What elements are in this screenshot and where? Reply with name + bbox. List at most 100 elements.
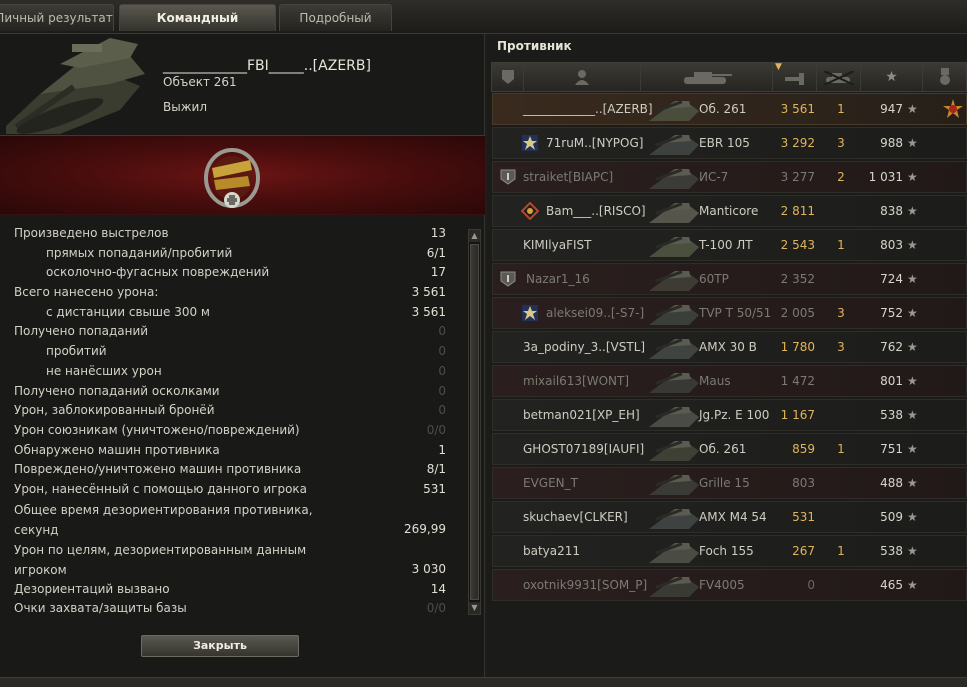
tab-bar: Личный результат Командный результат Под… bbox=[0, 0, 967, 52]
enemy-player-name: mixail613[WONT] bbox=[523, 374, 630, 388]
enemy-row[interactable]: 3a_podiny_3..[VSTL] AMX 30 B 1 780 3 762 ★ bbox=[492, 331, 967, 363]
enemy-player-name: Bam___..[RISCO] bbox=[546, 204, 646, 218]
xp-star-icon: ★ bbox=[907, 544, 918, 558]
enemy-row[interactable]: aleksei09..[-S7-] TVP T 50/51 2 005 3 752 ★ bbox=[492, 297, 967, 329]
enemy-damage: 2 543 bbox=[780, 238, 815, 252]
scroll-down-icon[interactable]: ▼ bbox=[469, 602, 480, 614]
enemy-kills: 3 bbox=[837, 340, 845, 354]
xp-star-icon: ★ bbox=[907, 476, 918, 490]
enemy-kills bbox=[829, 400, 853, 430]
vehicle-image bbox=[6, 38, 145, 134]
sort-damage-icon[interactable]: ▼ bbox=[773, 62, 817, 91]
stat-row: Обнаружено машин противника 1 bbox=[14, 442, 446, 457]
stat-row: Общее время дезориентирования противника… bbox=[14, 502, 446, 537]
enemy-kills: 3 bbox=[837, 136, 845, 150]
enemy-vehicle-icon bbox=[649, 134, 699, 155]
player-vehicle: Объект 261 bbox=[163, 75, 237, 89]
enemy-xp: 988 bbox=[880, 136, 903, 150]
achievement-banner bbox=[0, 135, 485, 215]
xp-star-icon: ★ bbox=[907, 272, 918, 286]
enemy-player-name: batya211 bbox=[523, 544, 581, 558]
enemy-xp: 1 031 bbox=[868, 170, 903, 184]
enemy-xp: 801 bbox=[880, 374, 903, 388]
sort-squad-icon[interactable] bbox=[492, 63, 524, 91]
enemy-player-name: straiket[BIAPC] bbox=[523, 170, 614, 184]
enemy-kills bbox=[829, 264, 853, 294]
stat-row: Дезориентаций вызвано 14 bbox=[14, 581, 446, 596]
enemy-vehicle-icon bbox=[649, 372, 699, 393]
enemy-row[interactable]: 71ruM..[NYPOG] EBR 105 3 292 3 988 ★ bbox=[492, 127, 967, 159]
enemy-vehicle-name: EBR 105 bbox=[699, 136, 750, 150]
sort-vehicle-icon[interactable] bbox=[641, 63, 773, 91]
enemy-kills bbox=[829, 468, 853, 498]
enemy-kills bbox=[829, 570, 853, 600]
enemy-row[interactable]: Bam___..[RISCO] Manticore 2 811 838 ★ bbox=[492, 195, 967, 227]
enemy-vehicle-icon bbox=[649, 236, 699, 257]
enemy-vehicle-icon bbox=[649, 542, 699, 563]
enemy-vehicle-name: ИС-7 bbox=[699, 170, 729, 184]
enemy-damage: 2 811 bbox=[780, 204, 815, 218]
stat-row: Всего нанесено урона: 3 561 bbox=[14, 285, 446, 300]
enemy-row[interactable]: GHOST07189[IAUFI] Об. 261 859 1 751 ★ bbox=[492, 433, 967, 465]
enemy-kills: 2 bbox=[837, 170, 845, 184]
enemy-damage: 3 292 bbox=[780, 136, 815, 150]
xp-star-icon: ★ bbox=[907, 136, 918, 150]
stat-row: прямых попаданий/пробитий 6/1 bbox=[46, 245, 446, 260]
sort-player-icon[interactable] bbox=[524, 63, 641, 91]
enemy-vehicle-name: Manticore bbox=[699, 204, 759, 218]
enemy-xp: 538 bbox=[880, 544, 903, 558]
stats-scrollbar[interactable]: ▲ ▼ bbox=[468, 229, 481, 615]
sort-medals-icon[interactable] bbox=[923, 63, 967, 91]
xp-star-icon: ★ bbox=[907, 374, 918, 388]
player-status: Выжил bbox=[163, 100, 207, 114]
sort-xp-icon[interactable]: ★ bbox=[861, 63, 923, 91]
xp-star-icon: ★ bbox=[907, 442, 918, 456]
enemy-row[interactable]: skuchaev[CLKER] AMX M4 54 531 509 ★ bbox=[492, 501, 967, 533]
enemy-vehicle-icon bbox=[649, 338, 699, 359]
enemy-xp: 488 bbox=[880, 476, 903, 490]
stat-row: Урон, нанесённый с помощью данного игрок… bbox=[14, 481, 446, 496]
enemy-row[interactable]: Nazar1_16 60TP 2 352 724 ★ bbox=[492, 263, 967, 295]
enemy-player-name: skuchaev[CLKER] bbox=[523, 510, 628, 524]
enemy-kills: 1 bbox=[837, 544, 845, 558]
scroll-up-icon[interactable]: ▲ bbox=[469, 230, 480, 242]
enemy-row[interactable]: batya211 Foch 155 267 1 538 ★ bbox=[492, 535, 967, 567]
enemy-vehicle-icon bbox=[649, 508, 699, 529]
stat-row: Урон, заблокированный бронёй 0 bbox=[14, 403, 446, 418]
enemy-vehicle-icon bbox=[649, 440, 699, 461]
enemy-player-name: Nazar1_16 bbox=[526, 272, 590, 286]
enemy-row[interactable]: ____________..[AZERB] Об. 261 3 561 1 947 ★ bbox=[492, 93, 967, 125]
table-header: ▼ ★ bbox=[491, 62, 967, 92]
stat-row: Урон союзникам (уничтожено/повреждений) 0… bbox=[14, 422, 446, 437]
enemy-damage: 1 780 bbox=[780, 340, 815, 354]
scrollbar-thumb[interactable] bbox=[470, 244, 479, 600]
enemy-row[interactable]: EVGEN_T Grille 15 803 488 ★ bbox=[492, 467, 967, 499]
enemy-row[interactable]: betman021[XP_EH] Jg.Pz. E 100 1 167 538 ★ bbox=[492, 399, 967, 431]
tab-detailed-report[interactable]: Подробный отчёт bbox=[279, 4, 392, 52]
medal-icon[interactable] bbox=[942, 98, 964, 120]
enemy-xp: 465 bbox=[880, 578, 903, 592]
enemy-player-name: aleksei09..[-S7-] bbox=[546, 306, 645, 320]
xp-star-icon: ★ bbox=[907, 510, 918, 524]
enemy-player-name: oxotnik9931[SOM_P] bbox=[523, 578, 648, 592]
enemy-row[interactable]: straiket[BIAPC] ИС-7 3 277 2 1 031 ★ bbox=[492, 161, 967, 193]
enemy-player-name: 71ruM..[NYPOG] bbox=[546, 136, 644, 150]
sort-kills-icon[interactable] bbox=[817, 63, 861, 91]
xp-star-icon: ★ bbox=[907, 102, 918, 116]
tab-team-result[interactable]: Командный результат bbox=[119, 4, 276, 52]
stat-row: не нанёсших урон 0 bbox=[46, 363, 446, 378]
enemy-row[interactable]: mixail613[WONT] Maus 1 472 801 ★ bbox=[492, 365, 967, 397]
stat-row: Очки захвата/защиты базы 0/0 bbox=[14, 601, 446, 616]
enemy-damage: 531 bbox=[792, 510, 815, 524]
enemy-player-name: EVGEN_T bbox=[523, 476, 578, 490]
enemy-row[interactable]: oxotnik9931[SOM_P] FV4005 0 465 ★ bbox=[492, 569, 967, 601]
enemy-damage: 0 bbox=[807, 578, 815, 592]
enemy-player-name: ____________..[AZERB] bbox=[523, 102, 653, 116]
clan-emblem-icon bbox=[522, 135, 538, 151]
enemy-kills: 1 bbox=[837, 102, 845, 116]
enemy-row[interactable]: KIMIlyaFIST T-100 ЛТ 2 543 1 803 ★ bbox=[492, 229, 967, 261]
battle-results-window: { "tabs": [ {"label": "Личный результат"… bbox=[0, 0, 967, 687]
close-button[interactable]: Закрыть bbox=[141, 635, 299, 657]
tab-personal-result[interactable]: Личный результат bbox=[0, 4, 114, 31]
player-name: ____________FBI_____..[AZERB] bbox=[163, 58, 371, 74]
